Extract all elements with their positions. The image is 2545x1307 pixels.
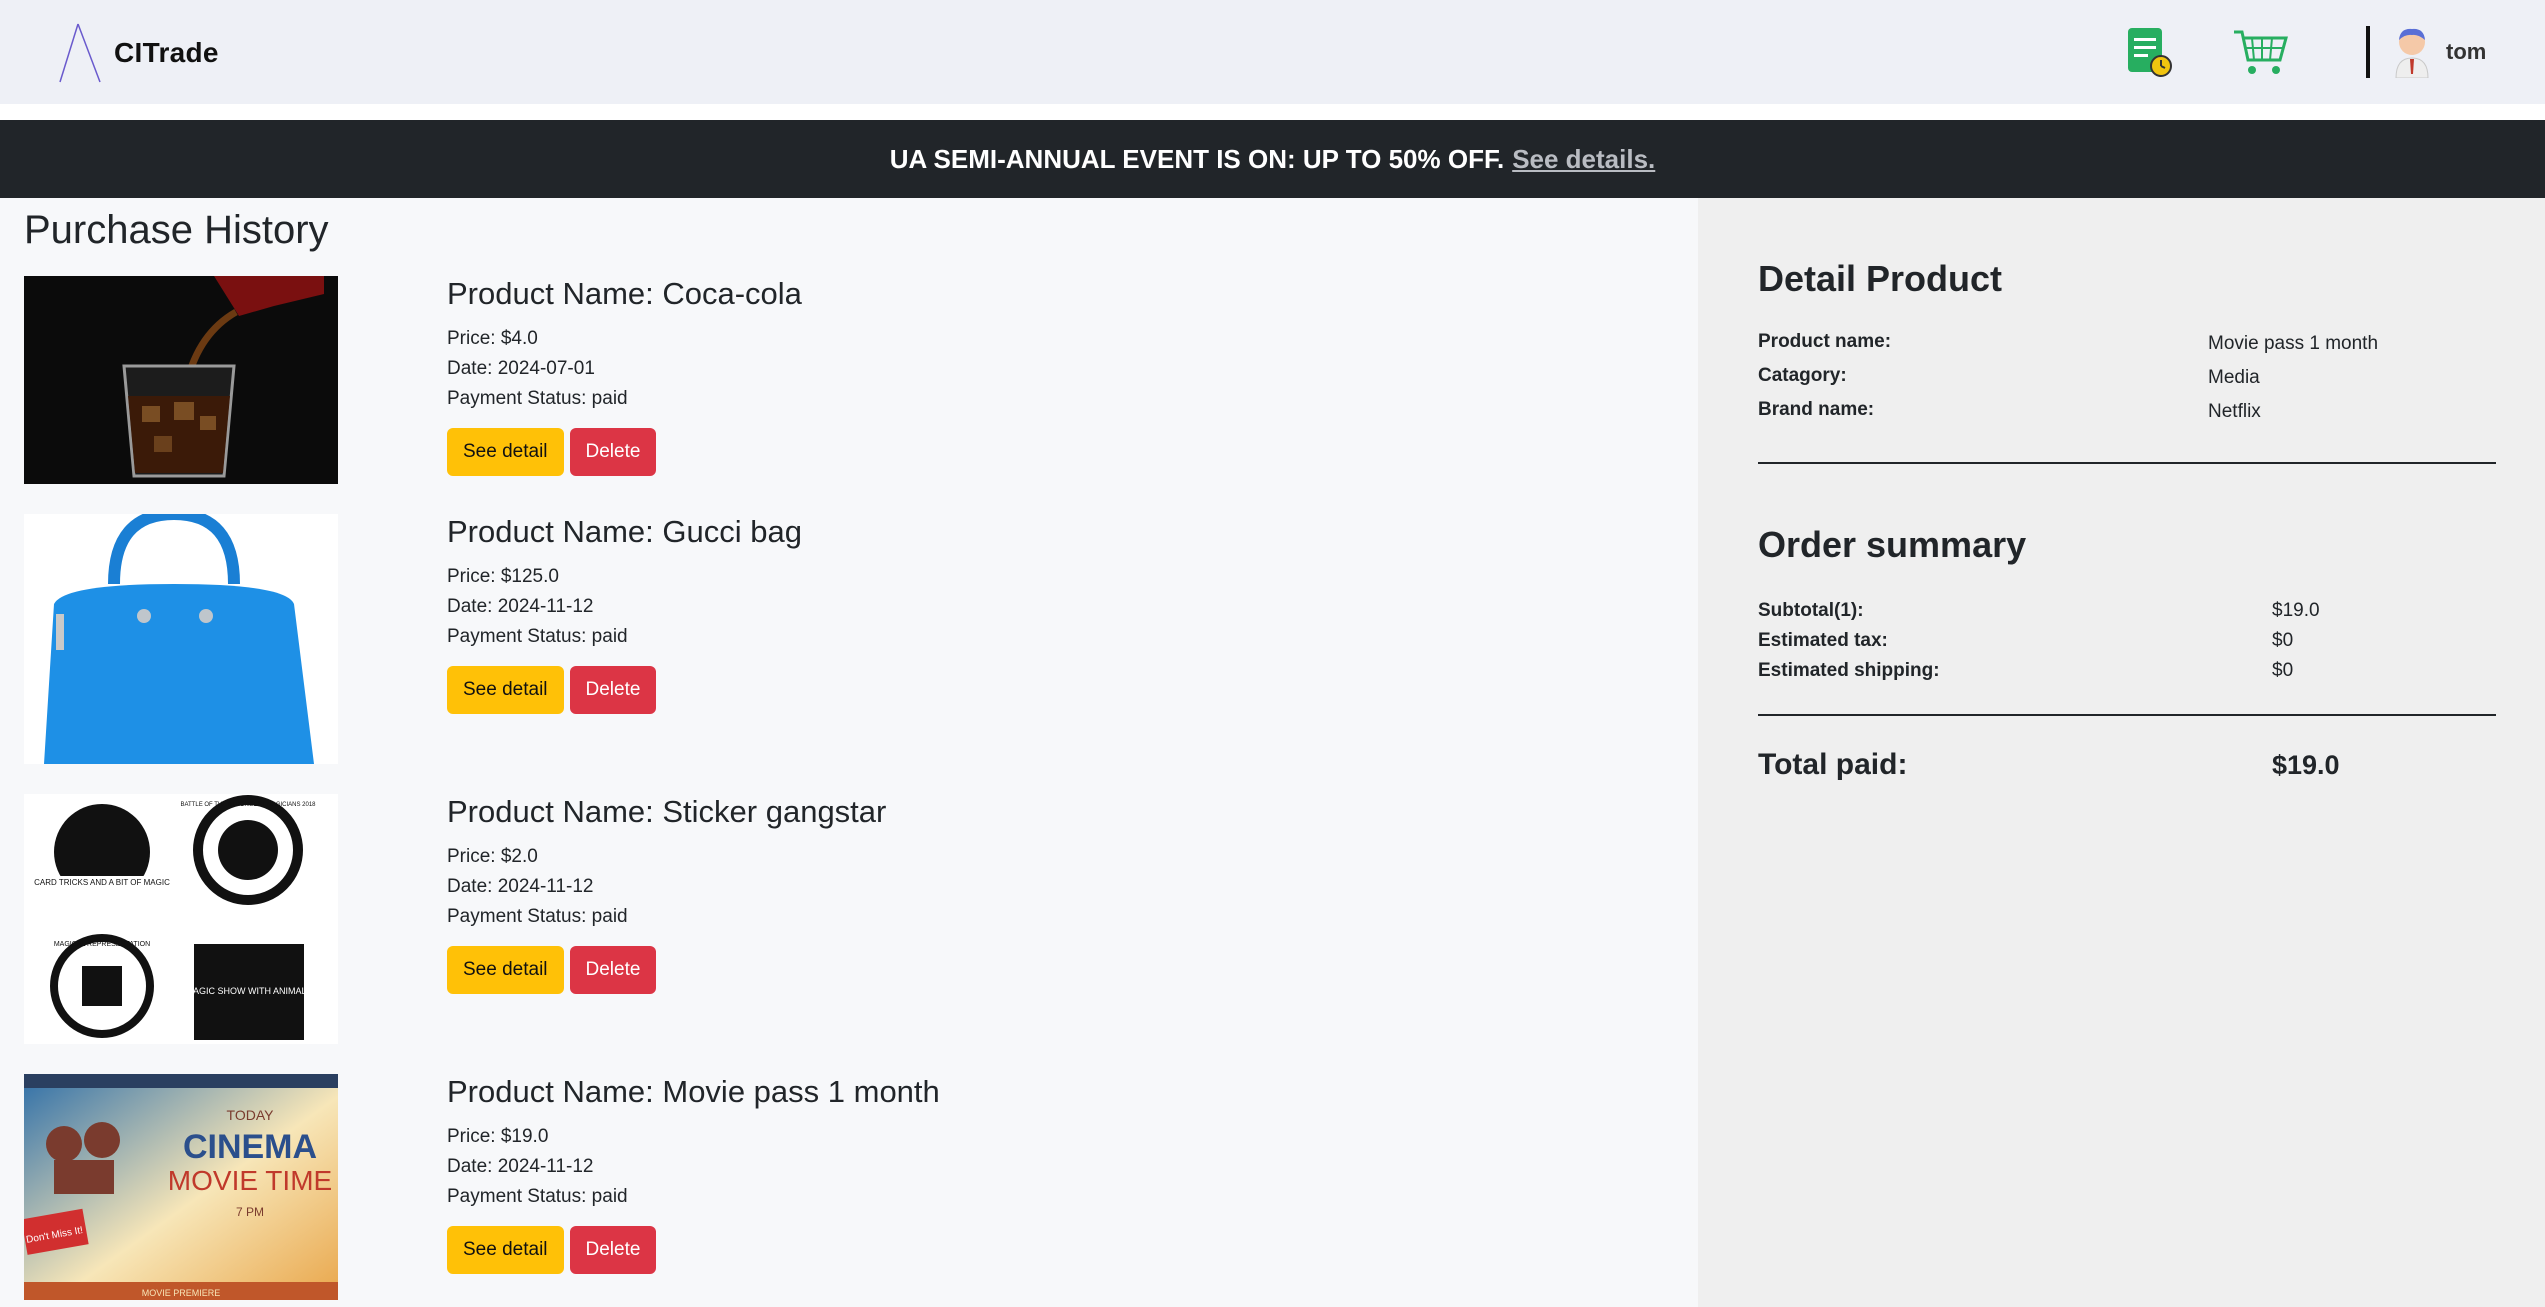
- user-avatar-icon: [2395, 28, 2429, 78]
- product-date: Date: 2024-11-12: [447, 876, 594, 897]
- summary-title: Order summary: [1758, 524, 2027, 565]
- brand[interactable]: CITrade: [56, 22, 219, 84]
- top-navbar: CITrade tom: [0, 0, 2545, 120]
- product-date: Date: 2024-11-12: [447, 596, 594, 617]
- summary-value-shipping: $0: [2272, 660, 2294, 681]
- user-menu[interactable]: tom: [2392, 26, 2486, 78]
- item-actions: See detail Delete: [447, 428, 802, 476]
- sticker-text-2: BATTLE OF THE STRONGEST MAGICIANS 2018: [180, 802, 316, 808]
- product-image: CARD TRICKS AND A BIT OF MAGIC BATTLE OF…: [24, 794, 338, 1044]
- navbar-underline: [0, 104, 2545, 120]
- product-info: Product Name: Sticker gangstar Price: $2…: [447, 794, 886, 994]
- blue-bag-image: [24, 514, 338, 764]
- product-name: Product Name: Coca-cola: [447, 276, 802, 311]
- delete-button[interactable]: Delete: [569, 666, 657, 714]
- purchase-item: Don't Miss It! TODAY CINEMA MOVIE TIME 7…: [24, 1074, 1624, 1304]
- promo-text: UA SEMI-ANNUAL EVENT IS ON: UP TO 50% OF…: [889, 143, 1505, 174]
- summary-divider: [1758, 714, 2496, 716]
- sticker-text-3: MAGICAL REPRESENTATION: [54, 941, 150, 948]
- total-paid-label: Total paid:: [1758, 748, 1908, 781]
- product-name: Product Name: Sticker gangstar: [447, 794, 887, 829]
- product-image: Don't Miss It! TODAY CINEMA MOVIE TIME 7…: [24, 1074, 338, 1300]
- delete-button[interactable]: Delete: [569, 946, 657, 994]
- see-detail-button[interactable]: See detail: [447, 1226, 564, 1274]
- payment-status: Payment Status: paid: [447, 626, 628, 647]
- product-date: Date: 2024-07-01: [447, 358, 595, 379]
- promo-details-link[interactable]: See details.: [1512, 144, 1655, 175]
- poster-cinema-text: CINEMA: [183, 1128, 317, 1166]
- cinema-poster-image: Don't Miss It! TODAY CINEMA MOVIE TIME 7…: [24, 1074, 338, 1300]
- purchase-item: Product Name: Gucci bag Price: $125.0 Da…: [24, 514, 1624, 774]
- product-info: Product Name: Gucci bag Price: $125.0 Da…: [447, 514, 802, 714]
- product-price: Price: $125.0: [447, 566, 559, 587]
- payment-status: Payment Status: paid: [447, 906, 628, 927]
- purchase-item: Product Name: Coca-cola Price: $4.0 Date…: [24, 276, 1624, 496]
- product-price: Price: $4.0: [447, 328, 538, 349]
- item-actions: See detail Delete: [447, 1226, 940, 1274]
- product-price: Price: $2.0: [447, 846, 538, 867]
- product-image: [24, 514, 338, 764]
- payment-status: Payment Status: paid: [447, 388, 628, 409]
- see-detail-button[interactable]: See detail: [447, 946, 564, 994]
- brand-logo-icon: [59, 23, 101, 83]
- detail-label-brand: Brand name:: [1758, 399, 1875, 420]
- detail-value-brand: Netflix: [2208, 401, 2261, 422]
- sticker-badges-image: CARD TRICKS AND A BIT OF MAGIC BATTLE OF…: [24, 794, 338, 1044]
- purchase-history-panel: Purchase History Product Name: Coca-cola…: [0, 198, 1698, 1307]
- poster-today-text: TODAY: [227, 1107, 275, 1123]
- summary-label-shipping: Estimated shipping:: [1758, 660, 1940, 681]
- poster-premiere-text: MOVIE PREMIERE: [142, 1288, 221, 1298]
- detail-value-product-name: Movie pass 1 month: [2208, 333, 2379, 354]
- promo-banner: UA SEMI-ANNUAL EVENT IS ON: UP TO 50% OF…: [0, 120, 2545, 198]
- product-image: [24, 276, 338, 484]
- item-actions: See detail Delete: [447, 666, 802, 714]
- order-detail-panel: Detail Product Product name: Movie pass …: [1698, 198, 2545, 1307]
- order-history-icon[interactable]: [2124, 26, 2174, 78]
- delete-button[interactable]: Delete: [569, 1226, 657, 1274]
- poster-movie-time-text: MOVIE TIME: [168, 1165, 332, 1196]
- product-date: Date: 2024-11-12: [447, 1156, 594, 1177]
- user-name: tom: [2446, 39, 2487, 64]
- product-info: Product Name: Coca-cola Price: $4.0 Date…: [447, 276, 802, 476]
- brand-name: CITrade: [114, 37, 219, 68]
- item-actions: See detail Delete: [447, 946, 886, 994]
- sticker-text-1: CARD TRICKS AND A BIT OF MAGIC: [34, 878, 170, 887]
- summary-value-tax: $0: [2272, 630, 2294, 651]
- nav-divider: [2366, 26, 2370, 78]
- product-name: Product Name: Gucci bag: [447, 514, 802, 549]
- delete-button[interactable]: Delete: [569, 428, 657, 476]
- see-detail-button[interactable]: See detail: [447, 666, 564, 714]
- sticker-text-4: MAGIC SHOW WITH ANIMALS: [185, 986, 312, 996]
- detail-label-product-name: Product name:: [1758, 331, 1892, 352]
- poster-time-text: 7 PM: [236, 1205, 264, 1219]
- detail-divider: [1758, 462, 2496, 464]
- summary-label-tax: Estimated tax:: [1758, 630, 1888, 651]
- payment-status: Payment Status: paid: [447, 1186, 628, 1207]
- product-name: Product Name: Movie pass 1 month: [447, 1074, 940, 1109]
- detail-title: Detail Product: [1758, 258, 2003, 299]
- product-info: Product Name: Movie pass 1 month Price: …: [447, 1074, 940, 1274]
- summary-label-subtotal: Subtotal(1):: [1758, 600, 1864, 621]
- page-title: Purchase History: [24, 208, 329, 252]
- product-price: Price: $19.0: [447, 1126, 549, 1147]
- cola-glass-image: [24, 276, 338, 484]
- cart-icon[interactable]: [2232, 26, 2288, 78]
- detail-label-category: Catagory:: [1758, 365, 1847, 386]
- total-paid-value: $19.0: [2272, 750, 2340, 780]
- see-detail-button[interactable]: See detail: [447, 428, 564, 476]
- detail-value-category: Media: [2208, 367, 2260, 388]
- summary-value-subtotal: $19.0: [2272, 600, 2320, 621]
- purchase-item: CARD TRICKS AND A BIT OF MAGIC BATTLE OF…: [24, 794, 1624, 1054]
